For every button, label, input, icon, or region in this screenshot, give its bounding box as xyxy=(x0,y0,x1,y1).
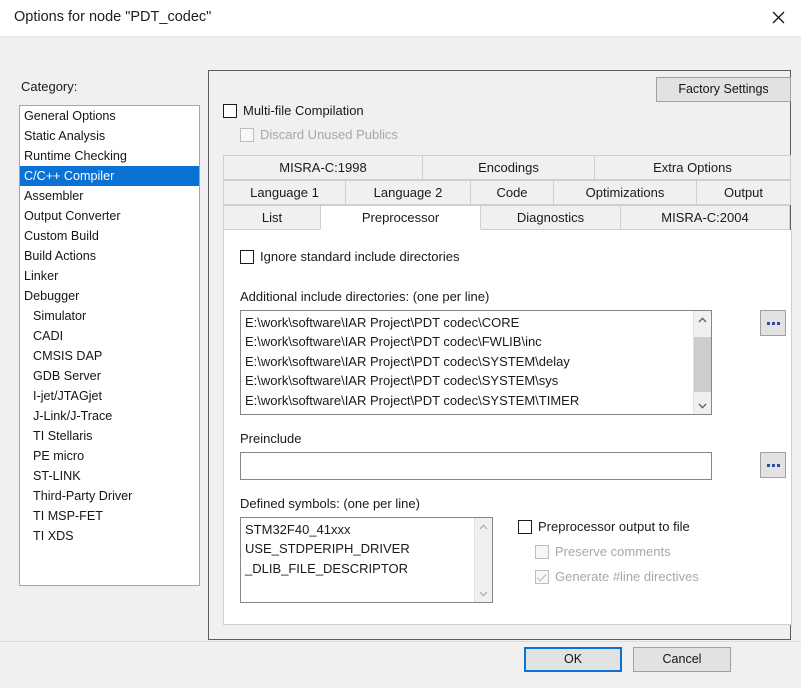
preprocessor-tab-panel: Ignore standard include directories Addi… xyxy=(223,230,792,625)
tab-optimizations[interactable]: Optimizations xyxy=(553,180,697,205)
ignore-standard-includes-label: Ignore standard include directories xyxy=(260,249,460,264)
sidebar-item-cmsis-dap[interactable]: CMSIS DAP xyxy=(20,346,199,366)
ignore-standard-includes-checkbox[interactable] xyxy=(240,249,254,264)
generate-line-directives-label: Generate #line directives xyxy=(555,569,699,584)
discard-unused-publics-checkbox xyxy=(240,127,254,142)
generate-line-directives-row: Generate #line directives xyxy=(535,569,699,584)
text-line: _DLIB_FILE_DESCRIPTOR xyxy=(245,560,409,576)
tab-row-2: Language 1 Language 2 Code Optimizations Out… xyxy=(223,180,792,205)
ellipsis-icon xyxy=(766,463,780,467)
sidebar-item-general-options[interactable]: General Options xyxy=(20,106,199,126)
tab-preprocessor[interactable]: Preprocessor xyxy=(320,205,481,230)
sidebar-item-output-converter[interactable]: Output Converter xyxy=(20,206,199,226)
scroll-up-icon[interactable] xyxy=(694,311,711,328)
tab-language-1[interactable]: Language 1 xyxy=(223,180,346,205)
include-dirs-scrollbar[interactable] xyxy=(693,311,711,414)
tab-code[interactable]: Code xyxy=(470,180,554,205)
defined-symbols-scrollbar[interactable] xyxy=(474,518,492,602)
sidebar-item-debugger[interactable]: Debugger xyxy=(20,286,199,306)
tab-row-3: List Preprocessor Diagnostics MISRA-C:2004 xyxy=(223,205,792,230)
preinclude-label: Preinclude xyxy=(240,431,302,446)
window-title: Options for node "PDT_codec" xyxy=(14,9,212,25)
defined-symbols-textarea[interactable]: STM32F40_41xxx USE_STDPERIPH_DRIVER _DLIB_… xyxy=(240,517,493,603)
sidebar-item-custom-build[interactable]: Custom Build xyxy=(20,226,199,246)
multi-file-compilation-checkbox-row[interactable]: Multi-file Compilation xyxy=(223,103,364,118)
close-button[interactable] xyxy=(755,0,801,35)
additional-include-dirs-textarea[interactable]: E:\work\software\IAR Project\PDT codec\C… xyxy=(240,310,712,415)
preinclude-field[interactable] xyxy=(240,452,712,480)
sidebar-item-cadi[interactable]: CADI xyxy=(20,326,199,346)
preprocessor-output-to-file-checkbox[interactable] xyxy=(518,519,532,534)
preserve-comments-row: Preserve comments xyxy=(535,544,671,559)
sidebar-item-pe-micro[interactable]: PE micro xyxy=(20,446,199,466)
sidebar-item-ti-stellaris[interactable]: TI Stellaris xyxy=(20,426,199,446)
text-line: E:\work\software\IAR Project\PDT codec\S… xyxy=(245,373,559,389)
preserve-comments-checkbox xyxy=(535,544,549,559)
sidebar-item-third-party-driver[interactable]: Third-Party Driver xyxy=(20,486,199,506)
tab-list[interactable]: List xyxy=(223,205,321,230)
cancel-button[interactable]: Cancel xyxy=(633,647,731,672)
sidebar-item-ti-xds[interactable]: TI XDS xyxy=(20,526,199,546)
preprocessor-output-to-file-label: Preprocessor output to file xyxy=(538,519,690,534)
discard-unused-publics-label: Discard Unused Publics xyxy=(260,127,399,142)
ignore-standard-includes-row[interactable]: Ignore standard include directories xyxy=(240,249,459,264)
sidebar-item-assembler[interactable]: Assembler xyxy=(20,186,199,206)
additional-include-dirs-label: Additional include directories: (one per… xyxy=(240,289,490,304)
defined-symbols-label: Defined symbols: (one per line) xyxy=(240,496,420,511)
tab-diagnostics[interactable]: Diagnostics xyxy=(480,205,621,230)
multi-file-compilation-checkbox[interactable] xyxy=(223,103,237,118)
sidebar-item-st-link[interactable]: ST-LINK xyxy=(20,466,199,486)
tab-misra-c-2004[interactable]: MISRA-C:2004 xyxy=(620,205,790,230)
sidebar-item-ti-msp-fet[interactable]: TI MSP-FET xyxy=(20,506,199,526)
tab-extra-options[interactable]: Extra Options xyxy=(594,155,791,180)
text-line: E:\work\software\IAR Project\PDT codec\F… xyxy=(245,334,542,350)
footer-divider xyxy=(0,641,801,642)
scroll-up-icon[interactable] xyxy=(475,518,492,535)
tab-strip: MISRA-C:1998 Encodings Extra Options Langu… xyxy=(223,155,792,230)
text-line: E:\work\software\IAR Project\PDT codec\C… xyxy=(245,315,520,330)
close-icon xyxy=(772,11,785,24)
options-panel: Factory Settings Multi-file Compilation … xyxy=(208,70,792,640)
include-dirs-browse-button[interactable] xyxy=(760,310,786,336)
text-line: E:\work\software\IAR Project\PDT codec\S… xyxy=(245,353,570,369)
text-line: STM32F40_41xxx xyxy=(245,522,351,537)
sidebar-item-simulator[interactable]: Simulator xyxy=(20,306,199,326)
sidebar-item-j-link-j-trace[interactable]: J-Link/J-Trace xyxy=(20,406,199,426)
scroll-down-icon[interactable] xyxy=(475,585,492,602)
preinclude-browse-button[interactable] xyxy=(760,452,786,478)
tab-language-2[interactable]: Language 2 xyxy=(345,180,471,205)
sidebar-item-gdb-server[interactable]: GDB Server xyxy=(20,366,199,386)
preprocessor-output-to-file-row[interactable]: Preprocessor output to file xyxy=(518,519,690,534)
text-line: USE_STDPERIPH_DRIVER xyxy=(245,541,410,557)
text-line: E:\work\software\IAR Project\PDT codec\S… xyxy=(245,392,580,408)
sidebar-item-c-c-compiler[interactable]: C/C++ Compiler xyxy=(20,166,199,186)
category-list[interactable]: General Options Static Analysis Runtime Ch… xyxy=(19,105,200,586)
preserve-comments-label: Preserve comments xyxy=(555,544,671,559)
title-bar: Options for node "PDT_codec" xyxy=(0,0,801,37)
tab-misra-c-1998[interactable]: MISRA-C:1998 xyxy=(223,155,423,180)
sidebar-item-linker[interactable]: Linker xyxy=(20,266,199,286)
multi-file-compilation-label: Multi-file Compilation xyxy=(243,103,364,118)
sidebar-item-static-analysis[interactable]: Static Analysis xyxy=(20,126,199,146)
tab-encodings[interactable]: Encodings xyxy=(422,155,595,180)
sidebar-item-build-actions[interactable]: Build Actions xyxy=(20,246,199,266)
tab-output[interactable]: Output xyxy=(696,180,791,205)
scroll-down-icon[interactable] xyxy=(694,397,711,414)
sidebar-item-runtime-checking[interactable]: Runtime Checking xyxy=(20,146,199,166)
discard-unused-publics-checkbox-row: Discard Unused Publics xyxy=(240,127,398,142)
ok-button[interactable]: OK xyxy=(524,647,622,672)
sidebar-item-i-jet-jtagjet[interactable]: I-jet/JTAGjet xyxy=(20,386,199,406)
ellipsis-icon xyxy=(766,321,780,325)
tab-row-1: MISRA-C:1998 Encodings Extra Options xyxy=(223,155,792,180)
generate-line-directives-checkbox xyxy=(535,569,549,584)
factory-settings-button[interactable]: Factory Settings xyxy=(656,77,791,102)
category-label: Category: xyxy=(21,79,78,94)
scroll-thumb[interactable] xyxy=(694,337,711,392)
